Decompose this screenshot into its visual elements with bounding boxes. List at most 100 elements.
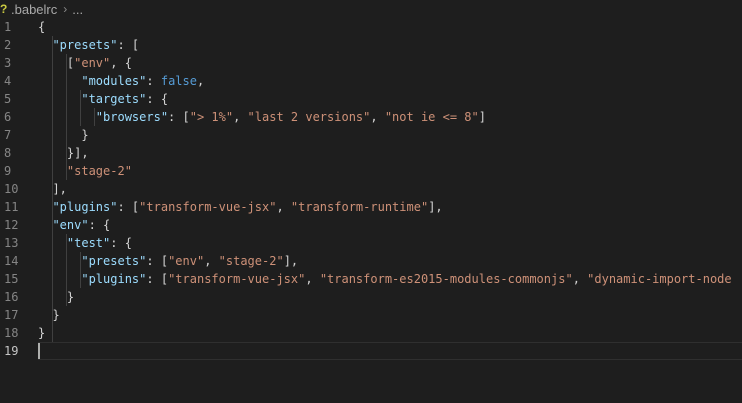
json-punctuation: { (38, 20, 46, 34)
json-punctuation: , (276, 200, 291, 214)
json-punctuation: , (233, 110, 248, 124)
json-punctuation: : [ (146, 254, 169, 268)
code-line[interactable]: "test": { (38, 234, 742, 252)
json-punctuation: }], (38, 146, 89, 160)
indent-guide (80, 90, 81, 126)
json-key: "plugins" (52, 200, 118, 214)
json-key: "presets" (81, 254, 147, 268)
indent-guide (94, 108, 95, 126)
json-punctuation: , (370, 110, 385, 124)
json-punctuation: , (204, 254, 219, 268)
breadcrumb: ? .babelrc › ... (0, 0, 742, 18)
line-number: 3 (4, 56, 12, 70)
json-key: "presets" (52, 38, 118, 52)
json-punctuation (38, 272, 81, 286)
line-number: 8 (4, 146, 12, 160)
babel-file-icon: ? (0, 2, 8, 16)
json-punctuation: , (196, 74, 205, 88)
json-punctuation: , (305, 272, 320, 286)
code-line[interactable]: "targets": { (38, 90, 742, 108)
breadcrumb-more[interactable]: ... (72, 2, 83, 17)
code-line[interactable]: "plugins": ["transform-vue-jsx", "transf… (38, 270, 742, 288)
json-punctuation: : { (88, 218, 111, 232)
json-punctuation: : [ (117, 200, 140, 214)
json-punctuation: : [ (146, 272, 169, 286)
code-line[interactable]: } (38, 306, 742, 324)
indent-guide (52, 36, 53, 342)
line-number-gutter: 1 2 3 4 5 6 7 8 9 10 11 12 13 14 15 16 17 18 19 (0, 18, 30, 360)
code-line[interactable]: "presets": ["env", "stage-2"], (38, 252, 742, 270)
code-line[interactable]: "modules": false, (38, 72, 742, 90)
json-string: "transform-es2015-modules-commonjs" (319, 272, 573, 286)
code-line[interactable]: ], (38, 180, 742, 198)
json-punctuation: [ (38, 56, 75, 70)
json-string: "not ie <= 8" (384, 110, 479, 124)
breadcrumb-filename[interactable]: .babelrc (11, 2, 57, 17)
line-number: 10 (4, 182, 19, 196)
code-line[interactable]: ["env", { (38, 54, 742, 72)
code-line[interactable]: "plugins": ["transform-vue-jsx", "transf… (38, 198, 742, 216)
line-number: 19 (4, 344, 19, 358)
indent-guide (80, 252, 81, 288)
json-punctuation: , { (110, 56, 132, 70)
json-punctuation: ], (428, 200, 443, 214)
json-key: "targets" (81, 92, 147, 106)
json-punctuation (38, 254, 81, 268)
json-punctuation: } (38, 308, 60, 322)
line-number: 9 (4, 164, 12, 178)
json-string: "stage-2" (66, 164, 132, 178)
indent-guide (66, 54, 67, 180)
json-punctuation: : { (146, 92, 169, 106)
json-punctuation (38, 38, 52, 52)
code-line[interactable]: { (38, 18, 742, 36)
json-string: "env" (74, 56, 111, 70)
line-number: 7 (4, 128, 12, 142)
json-punctuation: } (38, 326, 46, 340)
code-line[interactable]: "env": { (38, 216, 742, 234)
line-number: 4 (4, 74, 12, 88)
code-area[interactable]: { "presets": [ ["env", { "modules": fals… (38, 18, 742, 360)
json-key: "browsers" (95, 110, 169, 124)
json-string: "transform-vue-jsx" (139, 200, 277, 214)
line-number: 16 (4, 290, 19, 304)
json-punctuation (38, 92, 81, 106)
json-punctuation: : [ (117, 38, 140, 52)
code-line[interactable]: }], (38, 144, 742, 162)
line-number: 12 (4, 218, 19, 232)
line-number: 18 (4, 326, 19, 340)
json-key: "env" (52, 218, 89, 232)
line-number: 2 (4, 38, 12, 52)
line-number: 15 (4, 272, 19, 286)
json-string: "stage-2" (218, 254, 284, 268)
json-string: "env" (168, 254, 205, 268)
json-string: "transform-runtime" (290, 200, 429, 214)
chevron-right-icon: › (63, 2, 68, 16)
json-string: "last 2 versions" (247, 110, 371, 124)
indent-guide (66, 234, 67, 306)
json-punctuation (38, 200, 52, 214)
json-punctuation: : { (110, 236, 132, 250)
json-string: "transform-vue-jsx" (168, 272, 306, 286)
json-punctuation: , (572, 272, 588, 286)
json-key: "test" (66, 236, 111, 250)
json-punctuation: } (38, 128, 89, 142)
line-number: 6 (4, 110, 12, 124)
json-punctuation: : [ (168, 110, 190, 124)
line-number: 17 (4, 308, 19, 322)
code-line[interactable] (38, 342, 742, 360)
code-line[interactable]: } (38, 288, 742, 306)
json-key: "plugins" (81, 272, 147, 286)
code-line[interactable]: "presets": [ (38, 36, 742, 54)
code-line[interactable]: } (38, 126, 742, 144)
code-line[interactable]: "browsers": ["> 1%", "last 2 versions", … (38, 108, 742, 126)
text-cursor (38, 343, 40, 359)
code-line[interactable]: } (38, 324, 742, 342)
json-string: "dynamic-import-node (587, 272, 732, 286)
code-editor[interactable]: 1 2 3 4 5 6 7 8 9 10 11 12 13 14 15 16 17 18 19 { "presets… (0, 18, 742, 403)
json-key: "modules" (81, 74, 147, 88)
json-string: "> 1%" (189, 110, 234, 124)
code-line[interactable]: "stage-2" (38, 162, 742, 180)
json-punctuation: ], (283, 254, 299, 268)
line-number: 11 (4, 200, 19, 214)
json-punctuation: : (146, 74, 161, 88)
